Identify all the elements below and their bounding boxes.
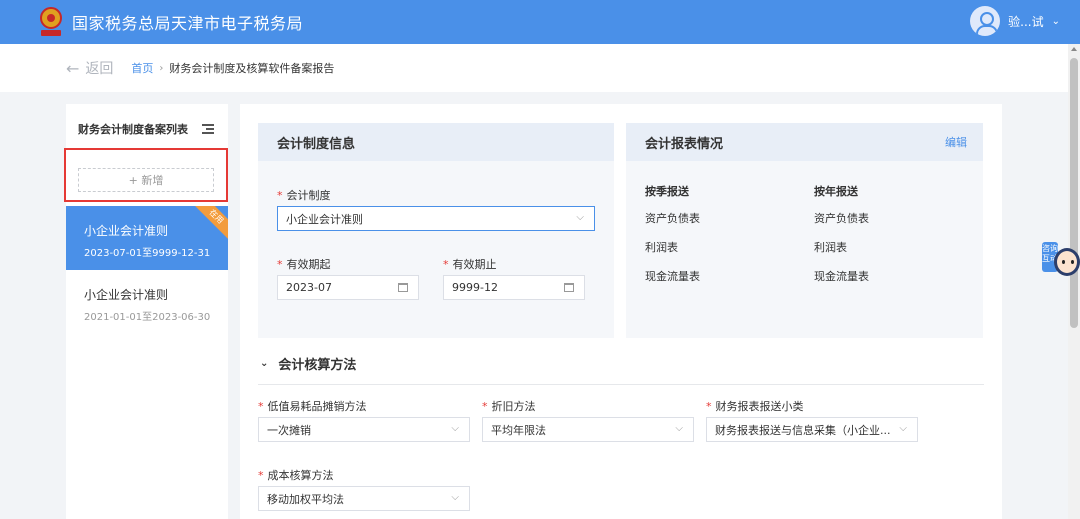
report-item: 现金流量表 <box>645 270 700 283</box>
depreciation-select[interactable]: 平均年限法 ⌵ <box>482 417 694 442</box>
chevron-down-icon[interactable]: ⌵ <box>675 423 683 434</box>
required-mark: * <box>443 258 449 271</box>
page-scrollbar[interactable] <box>1068 44 1080 519</box>
depreciation-label: * 折旧方法 <box>482 400 536 413</box>
chevron-down-icon[interactable]: ⌵ <box>451 492 459 503</box>
accounting-system-label: * 会计制度 <box>277 189 331 202</box>
chevron-down-icon[interactable]: ⌄ <box>260 358 268 369</box>
report-subtype-select[interactable]: 财务报表报送与信息采集（小企业... ⌵ <box>706 417 918 442</box>
edit-link[interactable]: 编辑 <box>945 134 967 150</box>
report-item: 利润表 <box>814 241 847 254</box>
start-date-value[interactable]: 2023-07 <box>286 281 332 294</box>
required-mark: * <box>277 258 283 271</box>
back-button[interactable]: ← 返回 <box>66 58 113 78</box>
breadcrumb: ← 返回 首页 › 财务会计制度及核算软件备案报告 <box>0 44 1068 92</box>
section-title-text: 会计核算方法 <box>278 358 357 373</box>
filing-item-name: 小企业会计准则 <box>84 288 169 302</box>
calendar-icon[interactable] <box>564 283 574 292</box>
arrow-left-icon[interactable]: ← <box>66 59 79 78</box>
consult-helper-widget[interactable]: 咨询互动 <box>1042 240 1080 280</box>
user-avatar-icon[interactable] <box>970 6 1001 36</box>
filing-item-name: 小企业会计准则 <box>84 224 169 238</box>
required-mark: * <box>706 400 712 413</box>
filing-list-item[interactable]: 小企业会计准则 2021-01-01至2023-06-30 <box>66 270 228 334</box>
filing-list-panel: 财务会计制度备案列表 + 新增 小企业会计准则 2023-07-01至9999-… <box>64 104 228 519</box>
card-header: 会计报表情况 编辑 <box>626 123 983 161</box>
section-divider <box>258 384 984 385</box>
site-title: 国家税务总局天津市电子税务局 <box>72 14 304 33</box>
breadcrumb-home-link[interactable]: 首页 <box>131 60 153 76</box>
user-menu[interactable]: 验...试 ⌄ <box>970 6 1060 36</box>
filing-item-range: 2023-07-01至9999-12-31 <box>84 248 211 259</box>
assistant-avatar-icon[interactable] <box>1054 248 1080 276</box>
report-subtype-label: * 财务报表报送小类 <box>706 400 804 413</box>
cost-method-value[interactable]: 移动加权平均法 <box>267 491 344 507</box>
user-name[interactable]: 验...试 <box>1008 13 1043 30</box>
filing-list-item-active[interactable]: 小企业会计准则 2023-07-01至9999-12-31 在用 <box>66 206 228 270</box>
end-date-picker[interactable]: 9999-12 <box>443 275 585 300</box>
cost-method-label: * 成本核算方法 <box>258 469 334 482</box>
required-mark: * <box>482 400 488 413</box>
breadcrumb-separator: › <box>159 62 164 74</box>
report-item: 资产负债表 <box>814 212 869 225</box>
end-date-value[interactable]: 9999-12 <box>452 281 498 294</box>
methods-section-title[interactable]: ⌄ 会计核算方法 <box>260 354 356 373</box>
required-mark: * <box>277 189 283 202</box>
accounting-system-card: 会计制度信息 * 会计制度 小企业会计准则 ⌵ * 有效期起 2023-07 * 有效… <box>258 123 614 338</box>
chevron-down-icon[interactable]: ⌵ <box>899 423 907 434</box>
calendar-icon[interactable] <box>398 283 408 292</box>
card-title: 会计报表情况 <box>645 136 724 152</box>
reports-card: 会计报表情况 编辑 按季报送 资产负债表 利润表 现金流量表 按年报送 资产负债… <box>626 123 983 338</box>
chevron-down-icon[interactable]: ⌄ <box>1052 16 1060 27</box>
accounting-system-value[interactable]: 小企业会计准则 <box>286 211 363 227</box>
filing-list-header: 财务会计制度备案列表 <box>66 104 228 154</box>
chevron-down-icon[interactable]: ⌵ <box>451 423 459 434</box>
scroll-up-icon[interactable] <box>1071 47 1077 51</box>
annual-header: 按年报送 <box>814 185 858 198</box>
collapse-menu-icon[interactable] <box>202 124 214 134</box>
back-label[interactable]: 返回 <box>85 58 113 78</box>
required-mark: * <box>258 400 264 413</box>
breadcrumb-current: 财务会计制度及核算软件备案报告 <box>169 62 335 75</box>
required-mark: * <box>258 469 264 482</box>
low-value-select[interactable]: 一次摊销 ⌵ <box>258 417 470 442</box>
start-date-picker[interactable]: 2023-07 <box>277 275 419 300</box>
report-subtype-value[interactable]: 财务报表报送与信息采集（小企业... <box>715 422 891 438</box>
add-highlight-box: + 新增 <box>64 148 228 202</box>
add-filing-button[interactable]: + 新增 <box>78 168 214 192</box>
filing-item-range: 2021-01-01至2023-06-30 <box>84 312 211 323</box>
main-content: 会计制度信息 * 会计制度 小企业会计准则 ⌵ * 有效期起 2023-07 * 有效… <box>240 104 1002 519</box>
card-title: 会计制度信息 <box>277 136 356 152</box>
report-item: 现金流量表 <box>814 270 869 283</box>
filing-list-title: 财务会计制度备案列表 <box>78 123 188 136</box>
accounting-system-select[interactable]: 小企业会计准则 ⌵ <box>277 206 595 231</box>
start-date-label: * 有效期起 <box>277 258 331 271</box>
end-date-label: * 有效期止 <box>443 258 497 271</box>
top-header: 国家税务总局天津市电子税务局 验...试 ⌄ <box>0 0 1080 44</box>
depreciation-value[interactable]: 平均年限法 <box>491 422 546 438</box>
quarterly-header: 按季报送 <box>645 185 689 198</box>
low-value-label: * 低值易耗品摊销方法 <box>258 400 367 413</box>
chevron-down-icon[interactable]: ⌵ <box>576 212 584 223</box>
report-item: 资产负债表 <box>645 212 700 225</box>
in-use-badge: 在用 <box>192 206 228 241</box>
tax-emblem-logo <box>38 7 64 37</box>
scrollbar-thumb[interactable] <box>1070 58 1078 328</box>
low-value-value[interactable]: 一次摊销 <box>267 422 311 438</box>
report-item: 利润表 <box>645 241 678 254</box>
cost-method-select[interactable]: 移动加权平均法 ⌵ <box>258 486 470 511</box>
card-header: 会计制度信息 <box>258 123 614 161</box>
